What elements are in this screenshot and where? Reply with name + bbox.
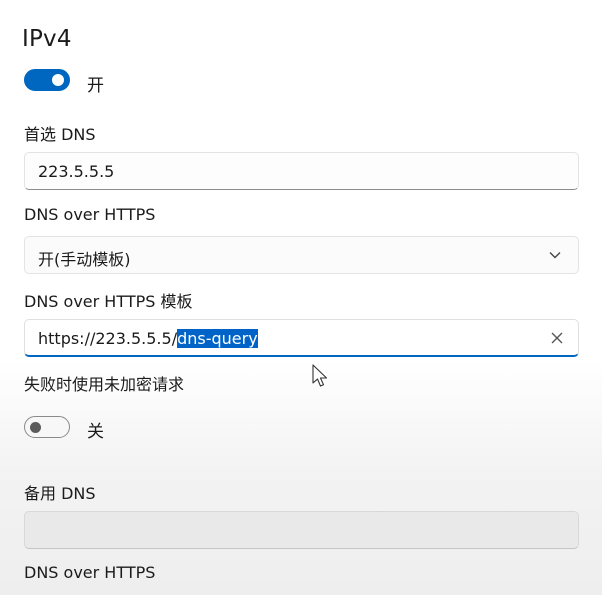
selected-text: dns-query [177, 329, 258, 348]
doh-selected-value: 开(手动模板) [38, 250, 131, 269]
section-title-ipv4: IPv4 [22, 26, 72, 52]
fallback-toggle[interactable] [24, 416, 70, 438]
chevron-down-icon [549, 252, 561, 259]
ipv4-toggle-label: 开 [87, 76, 104, 96]
toggle-knob [30, 422, 41, 433]
mouse-cursor-icon [312, 364, 328, 387]
doh-dropdown[interactable]: 开(手动模板) [24, 236, 579, 274]
doh-label: DNS over HTTPS [24, 205, 156, 224]
preferred-dns-label: 首选 DNS [24, 125, 96, 144]
alternate-doh-label: DNS over HTTPS [24, 563, 156, 582]
close-icon[interactable] [550, 331, 564, 345]
toggle-knob [52, 74, 64, 86]
doh-template-input[interactable]: https://223.5.5.5/dns-query [24, 319, 579, 357]
alternate-dns-input[interactable] [24, 511, 579, 549]
doh-template-label: DNS over HTTPS 模板 [24, 292, 193, 311]
doh-template-text: https://223.5.5.5/ [38, 329, 178, 348]
alternate-dns-label: 备用 DNS [24, 484, 96, 503]
preferred-dns-input[interactable]: 223.5.5.5 [24, 152, 579, 190]
fallback-label: 失败时使用未加密请求 [24, 375, 185, 394]
doh-template-value: https://223.5.5.5/dns-query [38, 329, 258, 348]
preferred-dns-value: 223.5.5.5 [38, 162, 115, 181]
fallback-toggle-label: 关 [87, 422, 104, 442]
ipv4-toggle[interactable] [24, 69, 70, 91]
